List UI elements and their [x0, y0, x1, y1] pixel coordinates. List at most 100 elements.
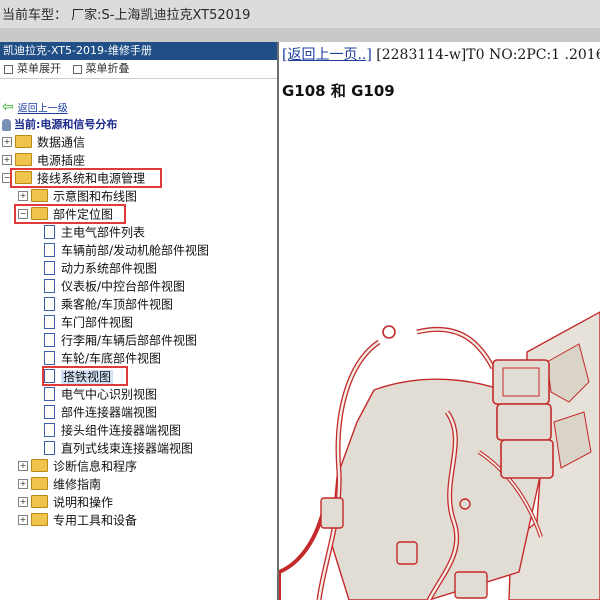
expand-toggle-icon[interactable]: + [2, 154, 12, 165]
back-link-label: 返回上一级 [17, 103, 68, 115]
title-bar-strip [0, 28, 600, 42]
window-title: 当前车型： 厂家:S-上海凯迪拉克XT52019 [2, 8, 251, 23]
connector-block [496, 403, 552, 441]
document-icon [44, 422, 55, 437]
tree-item-label: 车轮/车底部件视图 [61, 351, 162, 366]
tree-item-label: 乘客舱/车顶部件视图 [61, 297, 174, 312]
expand-toggle-icon[interactable]: + [18, 478, 28, 489]
tree-document-item[interactable]: 部件连接器端视图 [44, 403, 157, 421]
collapse-menu-label: 菜单折叠 [85, 62, 130, 75]
tree-item-label: 车门部件视图 [61, 315, 134, 330]
tree-item-label: 动力系统部件视图 [61, 261, 158, 276]
tree-folder-item[interactable]: + 数据通信 [2, 133, 85, 151]
folder-icon [31, 513, 48, 526]
tree-item-label: 电源插座 [37, 153, 86, 168]
document-icon [44, 296, 55, 311]
expand-toggle-icon[interactable]: + [18, 514, 28, 525]
content-nav: [返回上一页..] [2283114-w]T0 NO:2PC:1 .20165 [282, 44, 600, 64]
tree-folder-item[interactable]: + 说明和操作 [18, 493, 113, 511]
tree-toolbar: 菜单展开 菜单折叠 [0, 60, 277, 79]
tree-document-item[interactable]: 直列式线束连接器端视图 [44, 439, 193, 457]
connector-block [396, 541, 418, 565]
tree-document-item[interactable]: 车轮/车底部件视图 [44, 349, 161, 367]
tree-document-item[interactable]: 车门部件视图 [44, 313, 133, 331]
document-icon [44, 278, 55, 293]
tree-item-label: 专用工具和设备 [53, 513, 138, 528]
tree-item-label: 直列式线束连接器端视图 [61, 441, 194, 456]
window-title-bar: 当前车型： 厂家:S-上海凯迪拉克XT52019 [0, 0, 600, 43]
content-panel: [返回上一页..] [2283114-w]T0 NO:2PC:1 .20165 … [279, 42, 600, 600]
wiring-harness [279, 511, 325, 600]
current-section-label: 当前:电源和信号分布 [14, 118, 118, 131]
tree-item-label: 车辆前部/发动机舱部件视图 [61, 243, 210, 258]
tree-document-item[interactable]: 主电气部件列表 [44, 223, 145, 241]
connector-block [500, 439, 554, 479]
document-icon [44, 242, 55, 257]
folder-icon [31, 459, 48, 472]
document-title: G108 和 G109 [282, 82, 395, 100]
folder-icon [15, 135, 32, 148]
tree-item-label: 维修指南 [53, 477, 102, 492]
ground-point [459, 498, 471, 510]
document-reference: [2283114-w]T0 NO:2PC:1 .20165 [371, 47, 600, 63]
tree-item-label: 数据通信 [37, 135, 86, 150]
folder-icon [31, 477, 48, 490]
ground-point [382, 325, 396, 339]
tree-document-item[interactable]: 仪表板/中控台部件视图 [44, 277, 185, 295]
tree-item-label: 说明和操作 [53, 495, 114, 510]
connector-block [320, 497, 344, 529]
document-icon [44, 314, 55, 329]
navigation-panel: 凯迪拉克-XT5-2019-维修手册 菜单展开 菜单折叠 ⇦ 返回上一级 当前:电… [0, 42, 279, 600]
connector-block [454, 571, 488, 599]
red-highlight-box [14, 204, 126, 224]
wiring-harness [416, 326, 496, 370]
current-section: 当前:电源和信号分布 [2, 116, 117, 132]
document-icon [44, 440, 55, 455]
folder-icon [31, 189, 48, 202]
tree-item-label: 行李厢/车辆后部部件视图 [61, 333, 198, 348]
tree-item-label: 诊断信息和程序 [53, 459, 138, 474]
connector-block [492, 359, 550, 405]
tree-document-item[interactable]: 行李厢/车辆后部部件视图 [44, 331, 197, 349]
expand-toggle-icon[interactable]: + [18, 496, 28, 507]
tree-document-item[interactable]: 乘客舱/车顶部件视图 [44, 295, 173, 313]
folder-icon [31, 495, 48, 508]
document-icon [44, 224, 55, 239]
document-icon [44, 404, 55, 419]
tree-folder-item[interactable]: + 示意图和布线图 [18, 187, 137, 205]
manual-header: 凯迪拉克-XT5-2019-维修手册 [0, 42, 277, 60]
tree-item-label: 部件连接器端视图 [61, 405, 158, 420]
back-page-link[interactable]: [返回上一页..] [282, 47, 372, 63]
folder-icon [15, 153, 32, 166]
tree-item-label: 主电气部件列表 [61, 225, 146, 240]
tree-document-item[interactable]: 动力系统部件视图 [44, 259, 157, 277]
expand-menu-label: 菜单展开 [17, 62, 61, 75]
document-icon [44, 332, 55, 347]
tree-item-label: 示意图和布线图 [53, 189, 138, 204]
expand-toggle-icon[interactable]: + [18, 190, 28, 201]
expand-menu-button[interactable]: 菜单展开 [4, 62, 61, 75]
collapse-menu-button[interactable]: 菜单折叠 [72, 62, 130, 75]
expand-icon [4, 64, 13, 74]
expand-toggle-icon[interactable]: + [18, 460, 28, 471]
tree-item-label: 仪表板/中控台部件视图 [61, 279, 186, 294]
back-to-parent-link[interactable]: ⇦ 返回上一级 [2, 99, 68, 115]
red-highlight-box [42, 366, 128, 386]
tree-folder-item[interactable]: + 专用工具和设备 [18, 511, 137, 529]
tree-document-item[interactable]: 车辆前部/发动机舱部件视图 [44, 241, 209, 259]
ground-location-diagram [279, 311, 600, 600]
red-highlight-box [10, 168, 162, 188]
tree-folder-item[interactable]: + 电源插座 [2, 151, 85, 169]
tree-folder-item[interactable]: + 维修指南 [18, 475, 101, 493]
tree-item-label: 接头组件连接器端视图 [61, 423, 182, 438]
document-icon [44, 386, 55, 401]
document-icon [44, 260, 55, 275]
collapse-icon [72, 64, 82, 74]
location-icon [2, 119, 11, 131]
expand-toggle-icon[interactable]: + [2, 136, 12, 147]
tree-folder-item[interactable]: + 诊断信息和程序 [18, 457, 137, 475]
document-icon [44, 350, 55, 365]
tree-document-item[interactable]: 接头组件连接器端视图 [44, 421, 181, 439]
tree-document-item[interactable]: 电气中心识别视图 [44, 385, 157, 403]
green-back-arrow-icon: ⇦ [2, 99, 14, 115]
